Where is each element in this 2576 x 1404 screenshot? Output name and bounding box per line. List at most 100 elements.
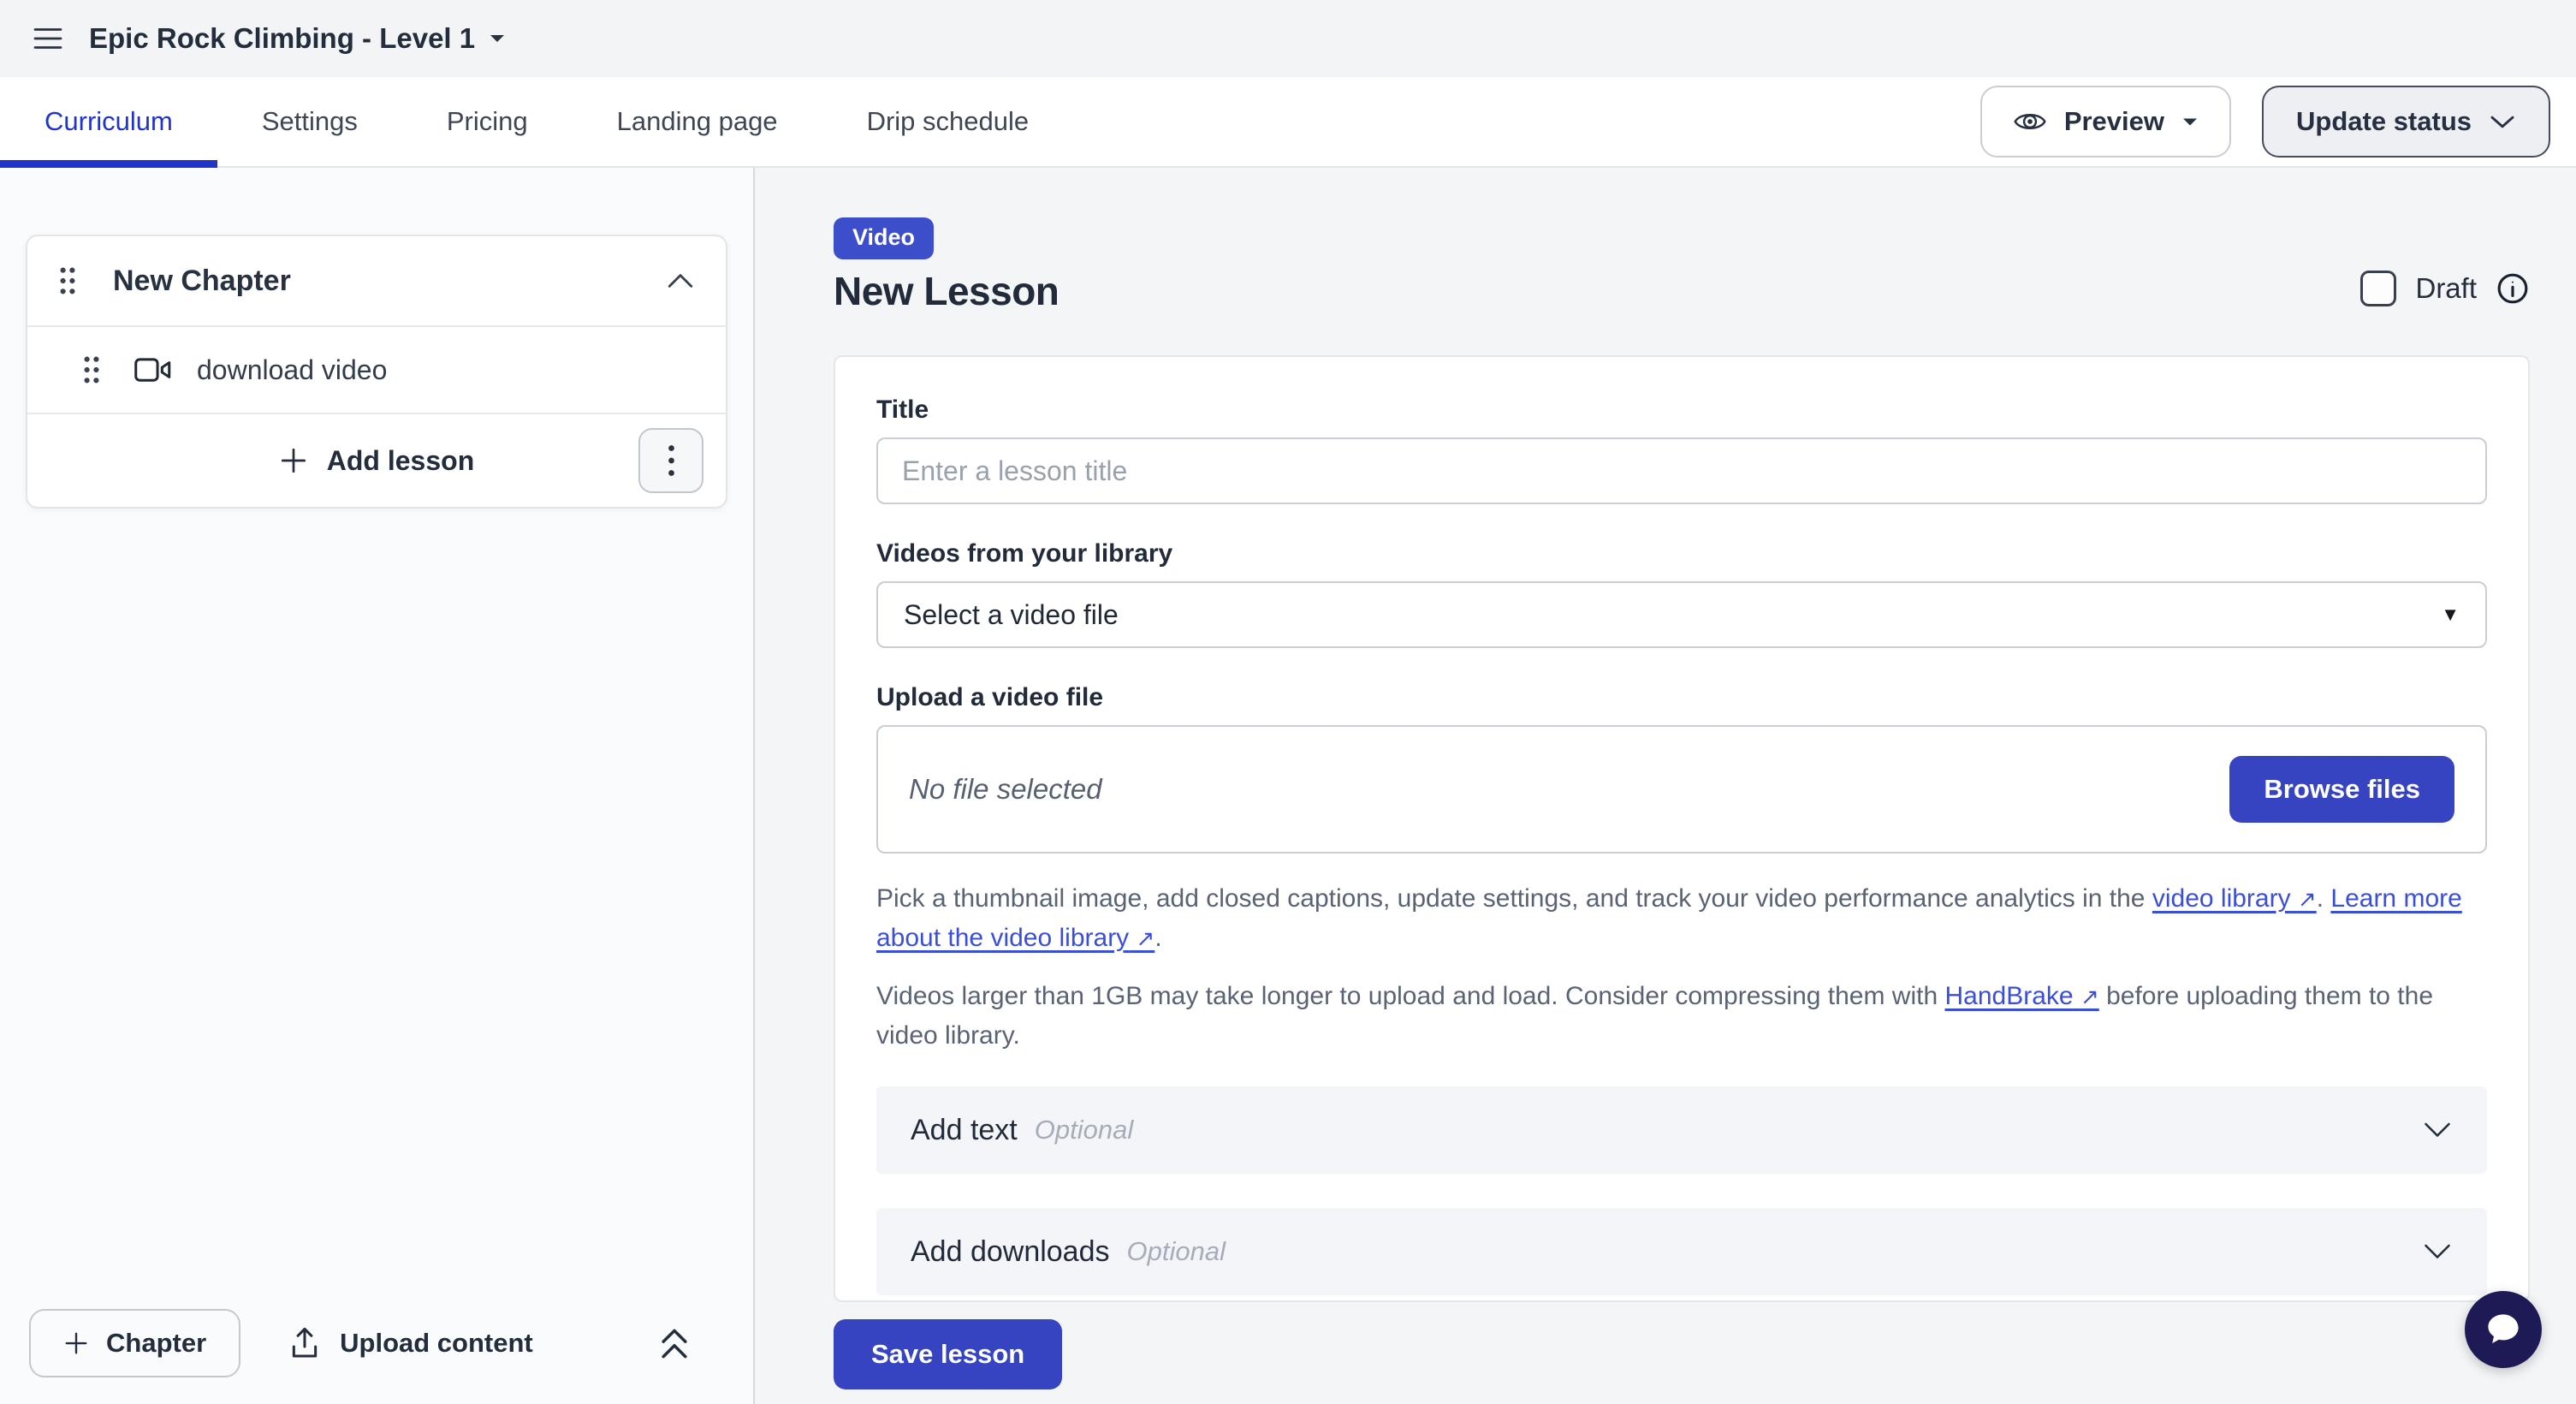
sidebar-footer: Chapter Upload content <box>0 1282 753 1404</box>
lesson-title-input[interactable] <box>876 437 2487 504</box>
collapse-all-button[interactable] <box>656 1324 693 1363</box>
chevron-up-icon[interactable] <box>666 272 695 289</box>
upload-dropzone[interactable]: No file selected Browse files <box>876 725 2487 854</box>
draft-toggle-group: Draft <box>2360 271 2530 306</box>
add-chapter-button[interactable]: Chapter <box>29 1309 240 1377</box>
upload-icon <box>288 1326 321 1360</box>
drag-handle-icon[interactable] <box>82 355 101 384</box>
link-label: HandBrake <box>1945 982 2074 1010</box>
optional-hint: Optional <box>1035 1115 1133 1145</box>
video-library-select[interactable]: Select a video file ▼ <box>876 581 2487 648</box>
video-library-help-text: Pick a thumbnail image, add closed capti… <box>876 879 2485 958</box>
tab-settings[interactable]: Settings <box>217 77 402 166</box>
course-builder-app: Epic Rock Climbing - Level 1 Curriculum … <box>0 0 2576 1404</box>
video-library-link[interactable]: video library ↗ <box>2152 884 2317 913</box>
tab-label: Settings <box>262 106 358 137</box>
tab-pricing[interactable]: Pricing <box>402 77 573 166</box>
help-text: . <box>1154 924 1161 952</box>
draft-label: Draft <box>2415 272 2477 305</box>
update-status-label: Update status <box>2296 106 2472 137</box>
add-text-label: Add text <box>911 1114 1018 1147</box>
tab-bar: Curriculum Settings Pricing Landing page… <box>0 77 2576 168</box>
add-lesson-label: Add lesson <box>327 445 474 477</box>
upload-content-label: Upload content <box>340 1328 533 1359</box>
handbrake-link[interactable]: HandBrake ↗ <box>1945 982 2099 1010</box>
preview-label: Preview <box>2064 106 2164 137</box>
eye-icon <box>2013 110 2047 134</box>
tab-drip-schedule[interactable]: Drip schedule <box>822 77 1074 166</box>
tabs: Curriculum Settings Pricing Landing page… <box>0 77 1073 166</box>
upload-group: Upload a video file No file selected Bro… <box>876 682 2487 854</box>
tab-curriculum[interactable]: Curriculum <box>0 77 217 166</box>
chevron-down-icon <box>2422 1121 2453 1139</box>
video-camera-icon <box>134 357 173 383</box>
external-link-icon: ↗ <box>2298 886 2317 912</box>
video-library-group: Videos from your library Select a video … <box>876 538 2487 648</box>
curriculum-sidebar: New Chapter <box>0 168 755 1404</box>
lesson-item-title: download video <box>197 354 387 386</box>
lesson-item[interactable]: download video <box>27 325 726 414</box>
preview-button[interactable]: Preview <box>1980 86 2231 158</box>
update-status-button[interactable]: Update status <box>2262 86 2550 158</box>
title-field-label: Title <box>876 395 2487 425</box>
lesson-header: Video New Lesson Draft <box>834 217 2530 314</box>
tab-label: Curriculum <box>45 106 173 137</box>
tab-label: Drip schedule <box>867 106 1030 137</box>
add-downloads-label: Add downloads <box>911 1235 1110 1269</box>
lesson-title: New Lesson <box>834 268 1059 314</box>
chapter-menu-button[interactable] <box>638 428 703 493</box>
chapter-card: New Chapter <box>26 235 727 509</box>
upload-video-label: Upload a video file <box>876 682 2487 713</box>
lesson-editor: Video New Lesson Draft <box>755 168 2576 1404</box>
plus-icon <box>63 1330 89 1356</box>
add-lesson-row: Add lesson <box>27 414 726 507</box>
hamburger-icon <box>33 26 63 51</box>
content-area: New Chapter <box>0 168 2576 1404</box>
lesson-type-badge: Video <box>834 217 934 259</box>
chevron-down-icon <box>2422 1243 2453 1261</box>
external-link-icon: ↗ <box>2080 984 2099 1009</box>
kebab-icon <box>668 444 675 477</box>
tab-label: Pricing <box>447 106 528 137</box>
plus-icon <box>279 446 308 475</box>
tab-label: Landing page <box>617 106 778 137</box>
tab-landing-page[interactable]: Landing page <box>573 77 822 166</box>
help-text: Videos larger than 1GB may take longer t… <box>876 982 1945 1010</box>
video-library-label: Videos from your library <box>876 538 2487 569</box>
compression-help-text: Videos larger than 1GB may take longer t… <box>876 977 2485 1056</box>
external-link-icon: ↗ <box>1137 925 1155 951</box>
drag-handle-icon[interactable] <box>58 266 77 295</box>
lesson-form-card: Title Videos from your library Select a … <box>834 355 2530 1302</box>
add-downloads-section[interactable]: Add downloads Optional <box>876 1208 2487 1295</box>
optional-hint: Optional <box>1127 1236 1226 1267</box>
no-file-text: No file selected <box>909 773 1102 806</box>
header-actions: Preview Update status <box>1980 77 2550 166</box>
chapter-title: New Chapter <box>113 265 291 298</box>
save-lesson-button[interactable]: Save lesson <box>834 1319 1062 1389</box>
title-field-group: Title <box>876 395 2487 504</box>
help-text: . <box>2317 884 2331 913</box>
chat-widget-button[interactable] <box>2465 1291 2542 1368</box>
caret-down-icon <box>2181 116 2199 128</box>
chevron-down-icon <box>489 33 506 45</box>
browse-files-button[interactable]: Browse files <box>2229 756 2454 823</box>
add-lesson-button[interactable]: Add lesson <box>279 445 474 477</box>
topbar: Epic Rock Climbing - Level 1 <box>0 0 2576 77</box>
draft-checkbox[interactable] <box>2360 271 2396 306</box>
chevron-down-icon <box>2489 114 2516 130</box>
select-value: Select a video file <box>904 599 1119 631</box>
hamburger-menu-button[interactable] <box>26 19 70 58</box>
link-label: video library <box>2152 884 2291 913</box>
add-text-section[interactable]: Add text Optional <box>876 1086 2487 1174</box>
help-text: Pick a thumbnail image, add closed capti… <box>876 884 2152 913</box>
upload-content-button[interactable]: Upload content <box>288 1326 533 1360</box>
course-switcher[interactable]: Epic Rock Climbing - Level 1 <box>89 22 506 55</box>
info-icon[interactable] <box>2496 271 2530 306</box>
lesson-heading-block: Video New Lesson <box>834 217 1059 314</box>
add-chapter-label: Chapter <box>106 1328 206 1359</box>
chat-bubble-icon <box>2483 1309 2524 1350</box>
course-title: Epic Rock Climbing - Level 1 <box>89 22 475 55</box>
select-caret-icon: ▼ <box>2441 604 2460 626</box>
double-chevron-up-icon <box>656 1324 693 1363</box>
chapter-header[interactable]: New Chapter <box>27 236 726 325</box>
